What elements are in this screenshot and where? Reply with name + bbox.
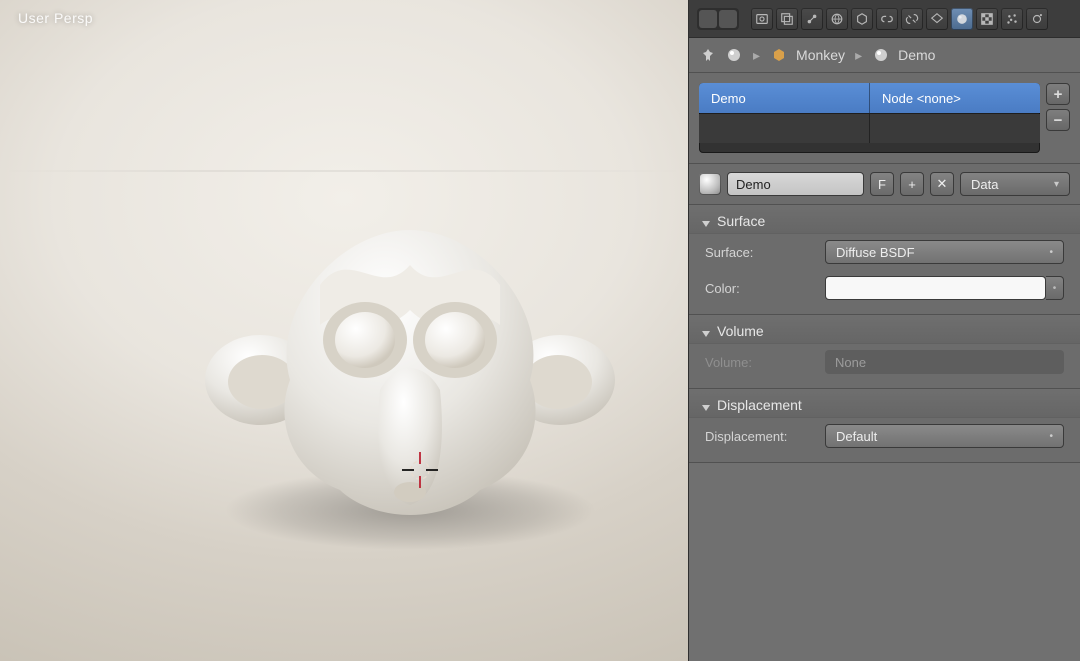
suzanne-mesh[interactable] — [200, 190, 620, 550]
breadcrumb-material[interactable]: Demo — [898, 47, 935, 63]
render-layers-tab[interactable] — [776, 8, 798, 30]
material-slot-list[interactable]: Demo Node <none> — [699, 83, 1040, 153]
surface-color-swatch[interactable] — [825, 276, 1046, 300]
chevron-right-icon: ▸ — [853, 47, 864, 64]
surface-color-menu-button[interactable]: • — [1046, 276, 1064, 300]
surface-label: Surface: — [705, 245, 815, 260]
disclosure-icon — [701, 326, 711, 336]
surface-section-title: Surface — [717, 213, 765, 229]
modifiers-tab[interactable] — [901, 8, 923, 30]
remove-material-slot-button[interactable]: − — [1046, 109, 1070, 131]
plus-icon: + — [1054, 86, 1063, 103]
new-material-button[interactable]: + — [900, 172, 924, 196]
material-ball-icon — [725, 46, 743, 64]
unlink-material-button[interactable]: ✕ — [930, 172, 954, 196]
material-link-dropdown[interactable]: Data ▾ — [960, 172, 1070, 196]
fake-user-button[interactable]: F — [870, 172, 894, 196]
dot-icon: • — [1049, 247, 1053, 258]
pin-icon[interactable] — [699, 46, 717, 64]
constraints-tab[interactable] — [876, 8, 898, 30]
volume-label: Volume: — [705, 355, 815, 370]
surface-section-header[interactable]: Surface — [689, 205, 1080, 234]
displacement-section-title: Displacement — [717, 397, 802, 413]
volume-section-header[interactable]: Volume — [689, 315, 1080, 344]
volume-section: Volume Volume: None — [689, 315, 1080, 389]
material-name-input[interactable]: Demo — [727, 172, 864, 196]
displacement-value: Default — [836, 429, 877, 444]
displacement-section: Displacement Displacement: Default • — [689, 389, 1080, 463]
scene-tab[interactable] — [801, 8, 823, 30]
panel-empty-area — [689, 463, 1080, 661]
close-icon: ✕ — [937, 176, 948, 192]
minus-icon: − — [1054, 112, 1063, 129]
breadcrumb: ▸ Monkey ▸ Demo — [689, 38, 1080, 73]
displacement-label: Displacement: — [705, 429, 815, 444]
material-datablock-row: Demo F + ✕ Data ▾ — [689, 164, 1080, 205]
dot-icon: • — [1049, 431, 1053, 442]
disclosure-icon — [701, 216, 711, 226]
plus-icon: + — [908, 177, 916, 192]
properties-panel: ▸ Monkey ▸ Demo Demo Node <none> — [688, 0, 1080, 661]
data-tab[interactable] — [926, 8, 948, 30]
particles-tab[interactable] — [1001, 8, 1023, 30]
physics-tab[interactable] — [1026, 8, 1048, 30]
displacement-dropdown[interactable]: Default • — [825, 424, 1064, 448]
3d-viewport[interactable]: User Persp — [0, 0, 688, 661]
disclosure-icon — [701, 400, 711, 410]
material-tab[interactable] — [951, 8, 973, 30]
volume-shader-value[interactable]: None — [825, 350, 1064, 374]
material-slot-node: Node <none> — [870, 83, 1040, 113]
caret-down-icon: ▾ — [1054, 179, 1059, 190]
chevron-right-icon: ▸ — [751, 47, 762, 64]
breadcrumb-object[interactable]: Monkey — [796, 47, 845, 63]
properties-header-tabs — [689, 0, 1080, 38]
surface-shader-value: Diffuse BSDF — [836, 245, 915, 260]
horizon-line — [0, 170, 688, 172]
material-link-value: Data — [971, 177, 998, 192]
texture-tab[interactable] — [976, 8, 998, 30]
material-slot-name: Demo — [699, 83, 870, 113]
object-tab[interactable] — [851, 8, 873, 30]
surface-section: Surface Surface: Diffuse BSDF • Color: • — [689, 205, 1080, 315]
material-slot-list-row: Demo Node <none> + − — [689, 73, 1080, 164]
material-preview-icon[interactable] — [699, 173, 721, 195]
material-slot[interactable]: Demo Node <none> — [699, 83, 1040, 113]
displacement-section-header[interactable]: Displacement — [689, 389, 1080, 418]
world-tab[interactable] — [826, 8, 848, 30]
surface-shader-dropdown[interactable]: Diffuse BSDF • — [825, 240, 1064, 264]
dot-icon: • — [1053, 283, 1057, 294]
display-mode-toggle[interactable] — [697, 8, 739, 30]
material-slot-empty[interactable] — [699, 113, 1040, 143]
volume-section-title: Volume — [717, 323, 764, 339]
color-label: Color: — [705, 281, 815, 296]
mesh-icon — [770, 46, 788, 64]
render-tab[interactable] — [751, 8, 773, 30]
material-ball-icon — [872, 46, 890, 64]
add-material-slot-button[interactable]: + — [1046, 83, 1070, 105]
viewport-label: User Persp — [18, 10, 93, 26]
